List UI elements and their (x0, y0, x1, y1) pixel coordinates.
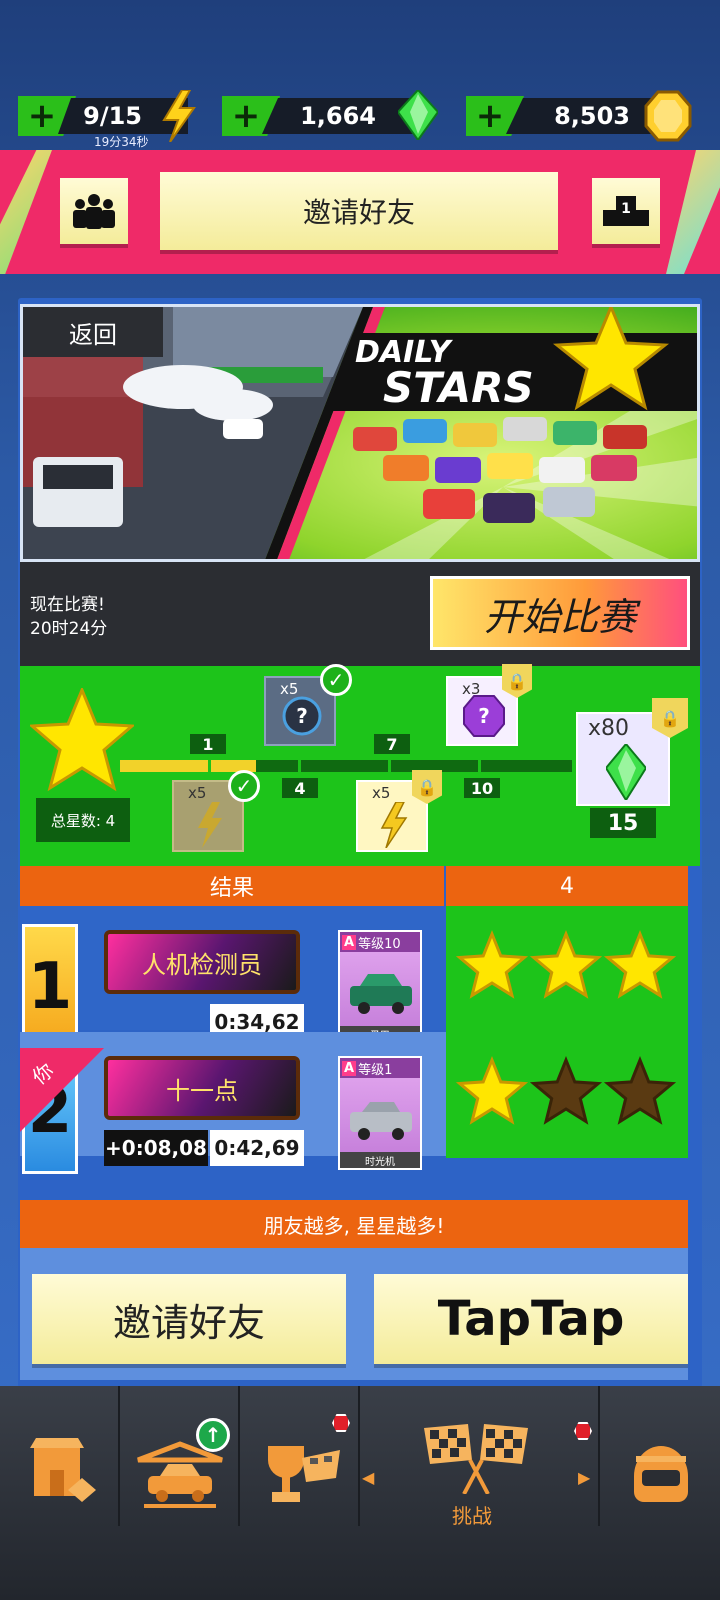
event-title-line2: STARS (383, 363, 534, 412)
nav-challenge[interactable] (418, 1420, 534, 1495)
invite-friends-button[interactable]: 邀请好友 (160, 172, 558, 250)
car-class-level: A 等级10 (340, 932, 420, 952)
energy-timer: 19分34秒 (94, 135, 149, 149)
trophy-flag-icon (268, 1446, 340, 1502)
helmet-icon (634, 1446, 688, 1502)
earned-star-icon (455, 929, 529, 999)
milestone-1: 1 (190, 734, 226, 754)
claimed-check-icon: ✓ (228, 770, 260, 802)
mystery-box-icon: ? (282, 696, 322, 736)
podium-rank: 1 (616, 196, 636, 226)
time-difference: +0:08,08 (104, 1130, 208, 1166)
lightning-icon (198, 802, 222, 848)
car-icon (350, 1102, 412, 1140)
event-hero: 返回 DAILY STARS (20, 304, 700, 562)
checkered-flags-icon (424, 1424, 528, 1495)
friends-button[interactable] (60, 178, 128, 244)
lightning-icon (162, 90, 196, 142)
mystery-gem-icon: ? (463, 695, 505, 737)
big-star-icon (30, 688, 134, 792)
nav-shop[interactable] (24, 1438, 104, 1514)
player-nameplate: 十一点 (104, 1056, 300, 1120)
nav-next-arrow[interactable]: ▶ (578, 1468, 590, 1487)
stars-earned-grid (455, 929, 677, 1125)
friends-icon (73, 194, 115, 229)
taptap-button[interactable]: TapTap (374, 1274, 688, 1364)
total-stars-label: 总星数: 4 (36, 798, 130, 842)
gem-icon (606, 744, 646, 800)
invite-friends-big-button[interactable]: 邀请好友 (32, 1274, 346, 1364)
nav-trophies[interactable] (262, 1436, 346, 1512)
progress-bar (120, 760, 572, 772)
promo-banner: 朋友越多, 星星越多! (20, 1200, 688, 1248)
shop-icon (30, 1438, 96, 1502)
claimed-check-icon: ✓ (320, 664, 352, 696)
back-button[interactable]: 返回 (23, 307, 163, 357)
svg-text:?: ? (296, 704, 308, 728)
gem-icon (398, 90, 438, 140)
car-name: 时光机 (340, 1152, 420, 1168)
earned-star-icon (455, 1055, 529, 1125)
upgrade-arrow-icon: ↑ (196, 1418, 230, 1452)
class-a-badge: A (342, 934, 357, 950)
milestone-10: 10 (464, 778, 500, 798)
nav-prev-arrow[interactable]: ◀ (362, 1468, 374, 1487)
results-stars-header: 4 (446, 866, 688, 906)
gems-counter: + 1,664 (222, 90, 438, 140)
energy-counter: + 9/15 (18, 90, 196, 142)
milestone-4: 4 (282, 778, 318, 798)
leaderboard-button[interactable]: 1 (592, 178, 660, 244)
car-card[interactable]: A 等级10 蚤巴 (338, 930, 422, 1044)
car-level: 等级10 (358, 936, 401, 952)
reward-qty: x5 (188, 784, 207, 802)
nav-challenge-label: 挑战 (452, 1504, 492, 1528)
earned-star-icon (603, 929, 677, 999)
reward-qty: x5 (372, 784, 391, 802)
milestone-7: 7 (374, 734, 410, 754)
reward-qty: x80 (588, 716, 630, 741)
results-header: 结果 (20, 866, 444, 906)
empty-star-icon (603, 1055, 677, 1125)
progress-bar-fill (120, 760, 256, 772)
car-class-level: A 等级1 (340, 1058, 420, 1078)
podium-icon: 1 (603, 196, 649, 226)
coin-icon (644, 90, 692, 142)
player-nameplate: 人机检测员 (104, 930, 300, 994)
bottom-nav (0, 1386, 720, 1600)
car-icon (350, 974, 412, 1014)
car-card[interactable]: A 等级1 时光机 (338, 1056, 422, 1170)
empty-star-icon (529, 1055, 603, 1125)
race-time: 0:42,69 (210, 1130, 304, 1166)
milestone-15: 15 (590, 808, 656, 838)
event-timer: 20时24分 (30, 619, 108, 639)
svg-text:?: ? (478, 704, 490, 728)
lightning-icon (380, 802, 408, 848)
event-status-line1: 现在比赛! (30, 595, 105, 615)
start-race-button[interactable]: 开始比赛 (430, 576, 690, 650)
car-level: 等级1 (358, 1062, 393, 1078)
class-a-badge: A (342, 1060, 357, 1076)
nav-profile[interactable] (626, 1436, 696, 1512)
coins-counter: + 8,503 (466, 90, 692, 142)
earned-star-icon (529, 929, 603, 999)
